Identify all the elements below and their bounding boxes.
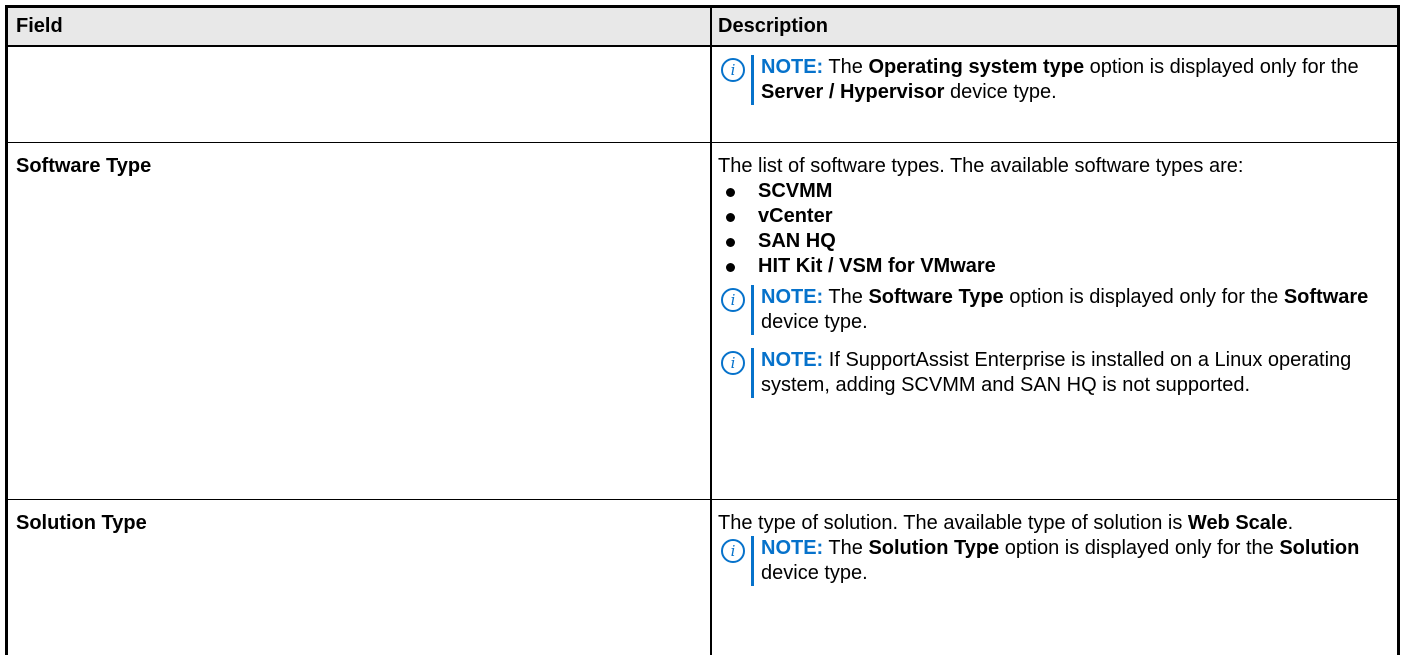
list-item: SAN HQ	[718, 229, 1398, 254]
field-description-table: Field Description i NOTE: The Operating …	[5, 5, 1400, 655]
row2-intro: The list of software types. The availabl…	[718, 155, 1244, 177]
header-field: Field	[16, 15, 63, 37]
row-divider	[8, 45, 1397, 47]
header-description: Description	[718, 15, 829, 37]
note-bar	[751, 55, 754, 105]
note-solution-type: i NOTE: The Solution Type option is disp…	[718, 536, 1398, 586]
list-item: SCVMM	[718, 179, 1398, 204]
list-item: HIT Kit / VSM for VMware	[718, 254, 1398, 279]
note-bar	[751, 536, 754, 586]
row3-field: Solution Type	[16, 512, 147, 534]
row2-field: Software Type	[16, 155, 152, 177]
note-linux-support: i NOTE: If SupportAssist Enterprise is i…	[718, 348, 1398, 398]
software-type-list: SCVMM vCenter SAN HQ HIT Kit / VSM for V…	[718, 179, 1398, 279]
note-bar	[751, 285, 754, 335]
info-icon: i	[721, 288, 745, 312]
note-software-type: i NOTE: The Software Type option is disp…	[718, 285, 1398, 335]
row3-description: The type of solution. The available type…	[718, 511, 1398, 586]
row1-description: i NOTE: The Operating system type option…	[718, 55, 1398, 105]
row-divider	[8, 142, 1397, 143]
note-operating-system-type: i NOTE: The Operating system type option…	[718, 55, 1398, 105]
row2-description: The list of software types. The availabl…	[718, 154, 1398, 398]
info-icon: i	[721, 539, 745, 563]
info-icon: i	[721, 58, 745, 82]
row-divider	[8, 499, 1397, 500]
note-bar	[751, 348, 754, 398]
row3-intro: The type of solution. The available type…	[718, 512, 1294, 534]
column-divider	[710, 8, 712, 655]
list-item: vCenter	[718, 204, 1398, 229]
info-icon: i	[721, 351, 745, 375]
